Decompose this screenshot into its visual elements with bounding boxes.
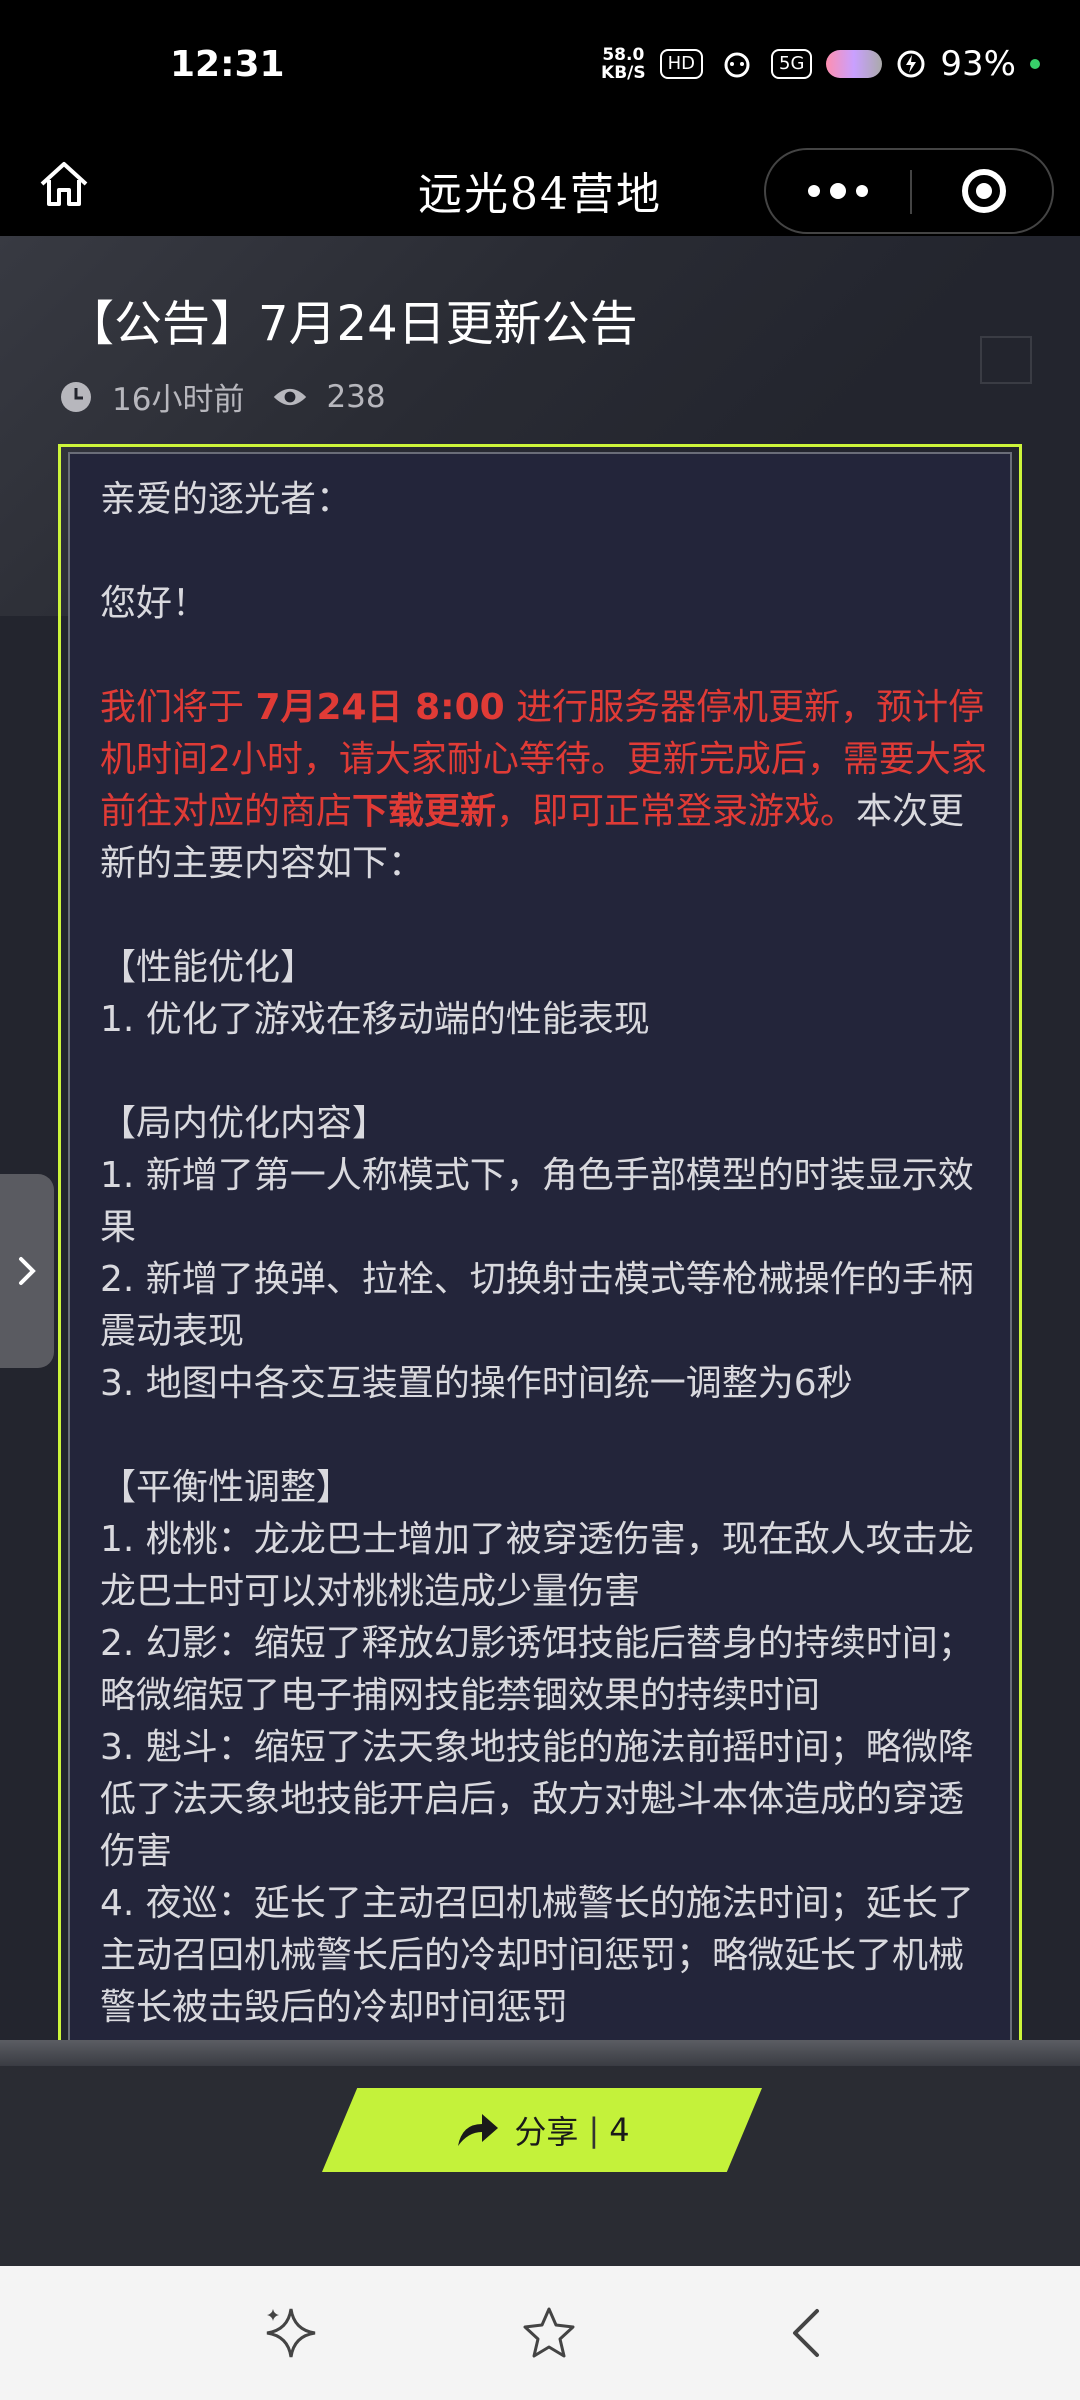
- list-item: 3. 魁斗：缩短了法天象地技能的施法前摇时间；略微降低了法天象地技能开启后，敌方…: [100, 1727, 974, 1872]
- list-item: 1. 新增了第一人称模式下，角色手部模型的时装显示效果: [100, 1155, 974, 1248]
- chevron-right-icon: [19, 1257, 36, 1285]
- list-item: 4. 夜巡：延长了主动召回机械警长的施法时间；延长了主动召回机械警长后的冷却时间…: [100, 1883, 974, 2028]
- side-expand-tab[interactable]: [0, 1174, 54, 1368]
- share-count: 4: [609, 2111, 630, 2149]
- back-button[interactable]: [772, 2298, 842, 2368]
- list-item: 2. 幻影：缩短了释放幻影诱饵技能后替身的持续时间；略微缩短了电子捕网技能禁锢效…: [100, 1623, 974, 1716]
- list-item: 1. 优化了游戏在移动端的性能表现: [100, 999, 650, 1040]
- vpn-icon: [724, 52, 750, 78]
- mini-program-title-bar: 远光84营地: [0, 136, 1080, 236]
- post-title: 【公告】7月24日更新公告: [66, 296, 638, 352]
- bottom-navigation: [0, 2266, 1080, 2400]
- net-speed-value: 58.0: [602, 45, 645, 65]
- greeting: 亲爱的逐光者：: [100, 479, 353, 520]
- charging-icon: [897, 50, 925, 78]
- sparkle-icon: [266, 2308, 316, 2358]
- signal-icon: 5G: [771, 49, 813, 79]
- section-title: 【平衡性调整】: [100, 1467, 353, 1508]
- section-title: 【性能优化】: [100, 947, 317, 988]
- hello-line: 您好！: [100, 583, 209, 624]
- clock-icon: [58, 379, 94, 415]
- post-time: 16小时前: [112, 382, 245, 418]
- battery-percent: 93%: [940, 44, 1016, 84]
- capsule-menu: [764, 148, 1054, 234]
- eye-icon: [272, 379, 308, 415]
- notice-date: 7月24日 8:00: [255, 687, 505, 728]
- status-dot: [1030, 59, 1040, 69]
- more-button[interactable]: [766, 150, 910, 232]
- chevron-left-icon: [793, 2309, 819, 2357]
- list-item: 2. 新增了换弹、拉栓、切换射击模式等枪械操作的手柄震动表现: [100, 1259, 974, 1352]
- share-arrow-icon: [458, 2114, 499, 2146]
- list-item: 3. 地图中各交互装置的操作时间统一调整为6秒: [100, 1363, 853, 1404]
- notice-download-update: 下载更新: [352, 791, 497, 832]
- status-bar: 12:31 58.0 KB/S HD 5G 93%: [0, 0, 1080, 136]
- close-mini-program-button[interactable]: [912, 150, 1056, 232]
- section-title: 【局内优化内容】: [100, 1103, 389, 1144]
- star-icon: [523, 2307, 575, 2358]
- share-button[interactable]: 分享 | 4: [322, 2088, 762, 2172]
- share-label: 分享: [514, 2113, 579, 2151]
- target-circle-icon: [962, 169, 1006, 213]
- notice-red-text: 我们将于: [100, 687, 256, 728]
- ai-sparkle-button[interactable]: [256, 2298, 326, 2368]
- more-dot-icon: [856, 185, 868, 197]
- colorful-battery-icon: [826, 50, 883, 78]
- net-speed: 58.0 KB/S: [601, 46, 646, 82]
- post-meta: 16小时前 238: [58, 374, 414, 419]
- notice-red-text: ，即可正常登录游戏。: [496, 791, 857, 832]
- more-dot-icon: [830, 183, 846, 199]
- hd-icon: HD: [659, 49, 704, 79]
- announcement-body: 亲爱的逐光者： 您好！ 我们将于 7月24日 8:00 进行服务器停机更新，预计…: [100, 474, 990, 2034]
- net-speed-unit: KB/S: [601, 63, 646, 83]
- view-count: 238: [326, 378, 386, 415]
- footer-torn-edge: [0, 2040, 1080, 2066]
- maintenance-notice: 我们将于 7月24日 8:00 进行服务器停机更新，预计停机时间2小时，请大家耐…: [100, 682, 990, 890]
- favorite-button[interactable]: [514, 2298, 584, 2368]
- background-logo-mark: [980, 336, 1032, 384]
- status-time: 12:31: [170, 44, 285, 85]
- share-divider: |: [588, 2111, 600, 2149]
- list-item: 1. 桃桃：龙龙巴士增加了被穿透伤害，现在敌人攻击龙龙巴士时可以对桃桃造成少量伤…: [100, 1519, 974, 1612]
- post-page[interactable]: 【公告】7月24日更新公告 16小时前 238 亲爱的逐光者： 您好！ 我们将于…: [0, 236, 1080, 2266]
- status-icons: 58.0 KB/S HD 5G 93%: [601, 44, 1040, 84]
- more-dot-icon: [808, 185, 820, 197]
